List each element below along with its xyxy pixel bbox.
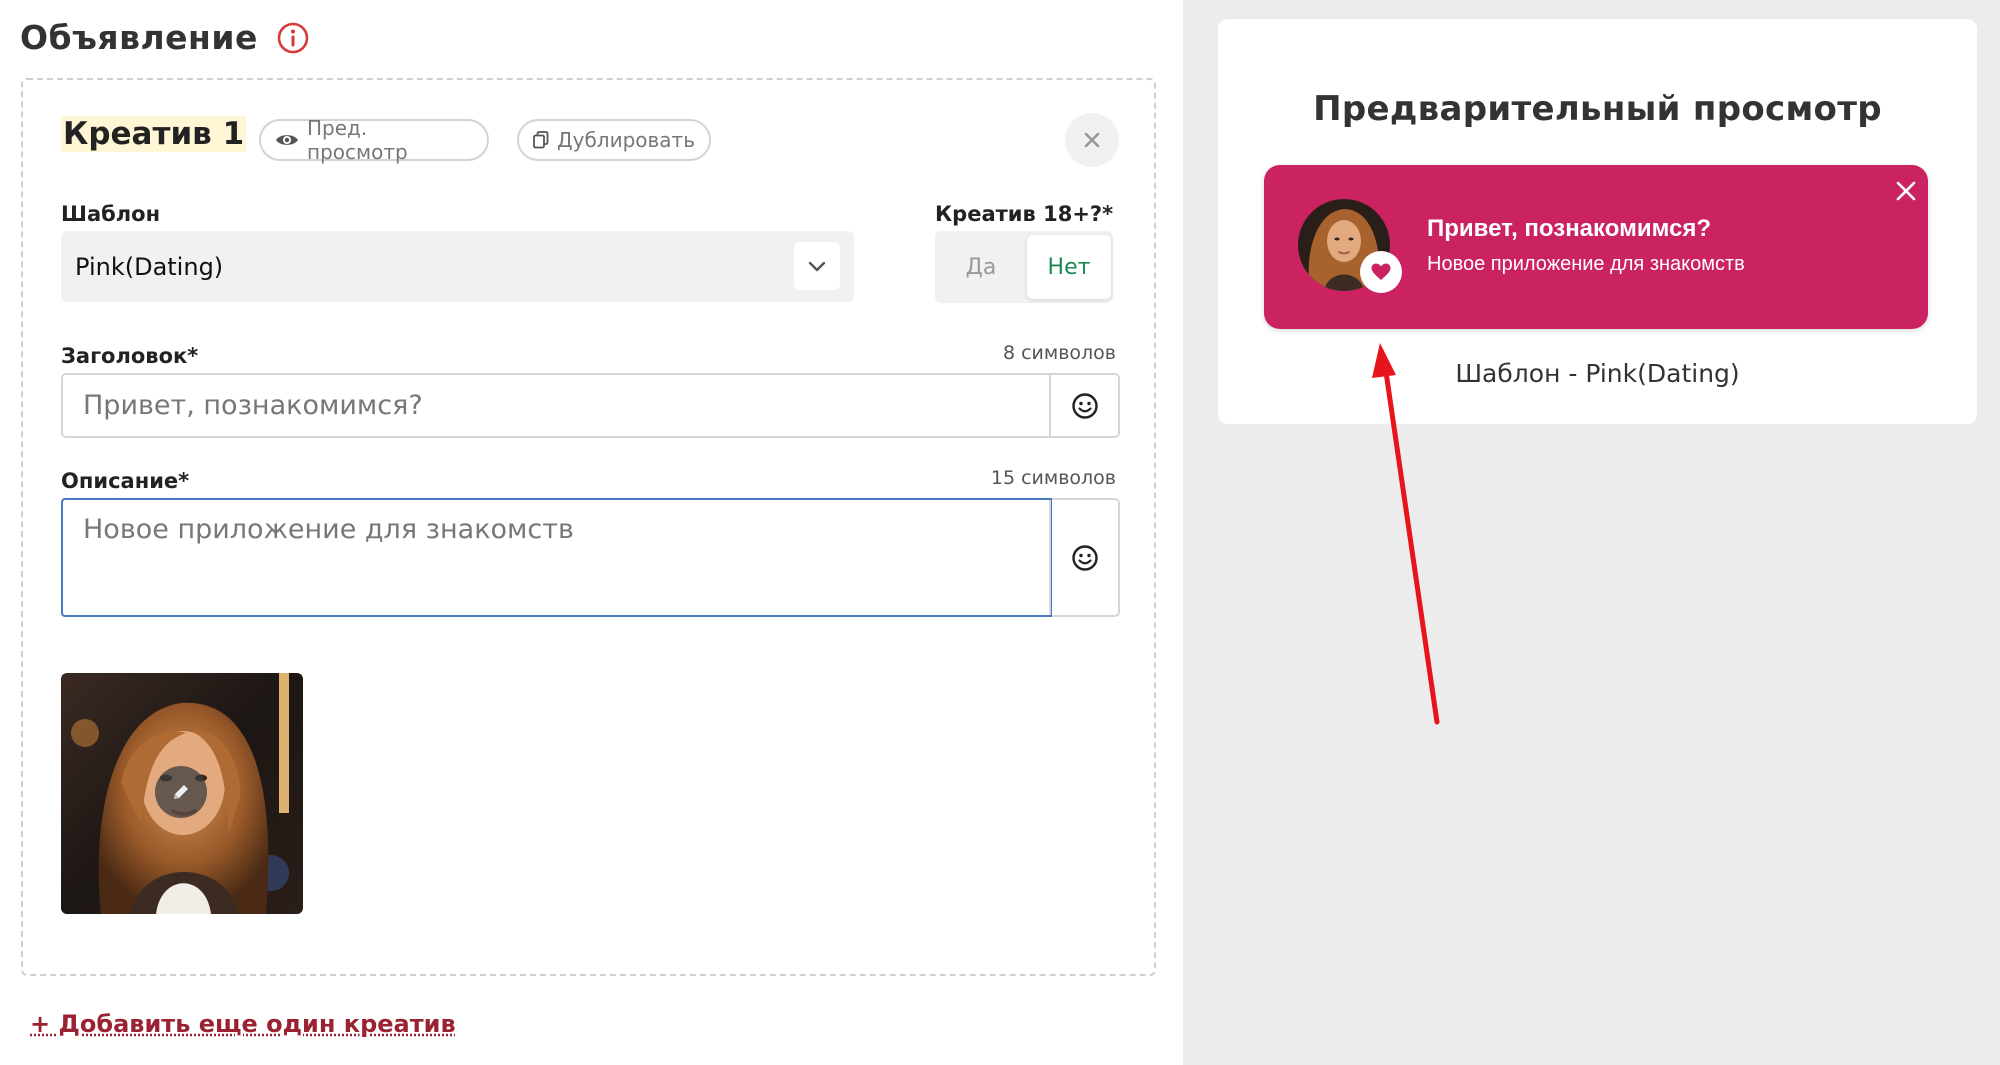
template-label: Шаблон xyxy=(61,202,161,226)
description-counter: 15 символов xyxy=(990,467,1116,489)
ad-editor-panel: Объявление Креатив 1 Пред. просмотр Дубл… xyxy=(0,0,1183,1065)
preview-button-label: Пред. просмотр xyxy=(307,116,408,164)
headline-field: Привет, познакомимся? xyxy=(61,373,1120,438)
chevron-down-icon xyxy=(808,261,826,271)
notification-text: Новое приложение для знакомств xyxy=(1427,253,1745,275)
close-icon[interactable] xyxy=(1896,181,1916,201)
add-creative-label: + Добавить еще один креатив xyxy=(30,1010,456,1038)
smiley-icon xyxy=(1071,392,1098,419)
preview-title: Предварительный просмотр xyxy=(1313,89,1882,129)
pencil-icon xyxy=(174,785,188,799)
creative-card: Креатив 1 Пред. просмотр Дублировать Шаб… xyxy=(21,78,1156,976)
remove-creative-button[interactable] xyxy=(1065,113,1119,167)
creative-image[interactable] xyxy=(61,673,303,914)
adult-no-option[interactable]: Нет xyxy=(1027,235,1111,299)
description-emoji-button[interactable] xyxy=(1049,500,1118,615)
heart-icon xyxy=(1371,263,1391,280)
headline-emoji-button[interactable] xyxy=(1049,375,1118,436)
template-select[interactable]: Pink(Dating) xyxy=(61,231,854,302)
headline-label: Заголовок* xyxy=(61,344,199,368)
preview-caption: Шаблон - Pink(Dating) xyxy=(1455,359,1740,388)
description-label: Описание* xyxy=(61,469,190,493)
creative-title: Креатив 1 xyxy=(61,116,247,152)
ad-header: Объявление xyxy=(20,18,310,57)
adult-label: Креатив 18+?* xyxy=(935,202,1114,226)
info-circle-icon[interactable] xyxy=(276,21,310,55)
close-icon xyxy=(1084,132,1100,148)
preview-button[interactable]: Пред. просмотр xyxy=(259,116,489,164)
template-select-value: Pink(Dating) xyxy=(75,252,224,281)
smiley-icon xyxy=(1071,544,1098,571)
copy-icon xyxy=(533,131,549,149)
notification-title: Привет, познакомимся? xyxy=(1427,215,1712,242)
preview-card: Предварительный просмотр Привет, познако… xyxy=(1218,19,1977,424)
duplicate-button[interactable]: Дублировать xyxy=(517,119,711,161)
heart-badge xyxy=(1360,251,1402,293)
description-field: Новое приложение для знакомств xyxy=(61,498,1120,617)
adult-toggle: Да Нет xyxy=(935,231,1113,303)
push-notification-preview: Привет, познакомимся? Новое приложение д… xyxy=(1264,165,1928,329)
add-creative-link[interactable]: + Добавить еще один креатив xyxy=(30,1010,456,1038)
edit-image-button[interactable] xyxy=(155,766,207,818)
duplicate-button-label: Дублировать xyxy=(557,128,695,152)
eye-icon xyxy=(276,135,298,145)
headline-counter: 8 символов xyxy=(1002,342,1116,364)
description-input[interactable]: Новое приложение для знакомств xyxy=(61,498,1052,617)
template-dropdown-toggle[interactable] xyxy=(794,242,840,290)
ad-title: Объявление xyxy=(20,18,258,57)
adult-yes-option[interactable]: Да xyxy=(935,235,1027,299)
headline-input[interactable]: Привет, познакомимся? xyxy=(63,375,1051,436)
